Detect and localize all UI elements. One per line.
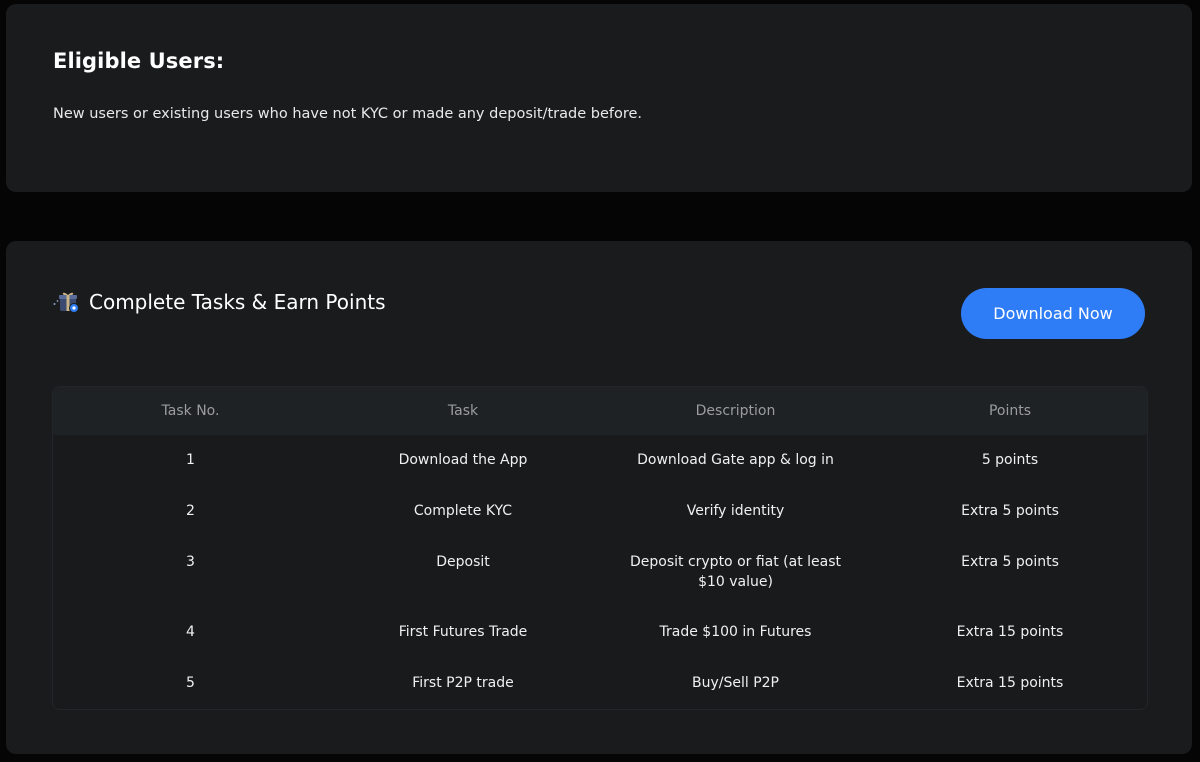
task-description: Verify identity <box>686 503 785 519</box>
task-name: Complete KYC <box>413 503 513 519</box>
task-name: Download the App <box>398 452 528 468</box>
table-row: 1 Download the App Download Gate app & l… <box>53 435 1147 486</box>
tasks-table-container: Task No. Task Description Points 1 Downl… <box>52 386 1148 710</box>
tasks-table: Task No. Task Description Points 1 Downl… <box>53 387 1147 709</box>
eligible-users-card: Eligible Users: New users or existing us… <box>6 4 1192 192</box>
table-row: 3 Deposit Deposit crypto or fiat (at lea… <box>53 537 1147 607</box>
task-points: 5 points <box>981 452 1039 468</box>
eligible-users-title: Eligible Users: <box>53 49 225 73</box>
tasks-card: Complete Tasks & Earn Points Download No… <box>6 241 1192 754</box>
task-name: Deposit <box>436 554 490 570</box>
task-number: 5 <box>186 675 195 691</box>
header-task: Task <box>447 403 479 419</box>
header-description: Description <box>695 403 776 419</box>
header-points: Points <box>988 403 1032 419</box>
task-description: Deposit crypto or fiat (at least $10 val… <box>629 554 842 590</box>
task-description: Download Gate app & log in <box>637 452 834 468</box>
table-row: 4 First Futures Trade Trade $100 in Futu… <box>53 607 1147 658</box>
tasks-table-body: 1 Download the App Download Gate app & l… <box>53 435 1147 709</box>
table-row: 5 First P2P trade Buy/Sell P2P Extra 15 … <box>53 658 1147 709</box>
eligible-users-text: New users or existing users who have not… <box>53 106 643 122</box>
gift-icon <box>53 290 81 314</box>
download-now-button[interactable]: Download Now <box>961 288 1145 339</box>
tasks-header: Complete Tasks & Earn Points <box>53 290 386 314</box>
task-description: Trade $100 in Futures <box>659 624 812 640</box>
task-points: Extra 5 points <box>961 554 1059 570</box>
tasks-title: Complete Tasks & Earn Points <box>89 290 386 314</box>
task-number: 1 <box>186 452 195 468</box>
task-number: 3 <box>186 554 195 570</box>
table-header-row: Task No. Task Description Points <box>53 387 1147 435</box>
task-name: First Futures Trade <box>398 624 528 640</box>
header-task-no: Task No. <box>161 403 220 419</box>
task-points: Extra 5 points <box>961 503 1059 519</box>
task-name: First P2P trade <box>412 675 514 691</box>
task-points: Extra 15 points <box>956 675 1064 691</box>
task-number: 2 <box>186 503 195 519</box>
table-row: 2 Complete KYC Verify identity Extra 5 p… <box>53 486 1147 537</box>
task-description: Buy/Sell P2P <box>691 675 779 691</box>
task-points: Extra 15 points <box>956 624 1064 640</box>
task-number: 4 <box>186 624 195 640</box>
page: Eligible Users: New users or existing us… <box>0 0 1200 762</box>
tasks-table-header: Task No. Task Description Points <box>53 387 1147 435</box>
